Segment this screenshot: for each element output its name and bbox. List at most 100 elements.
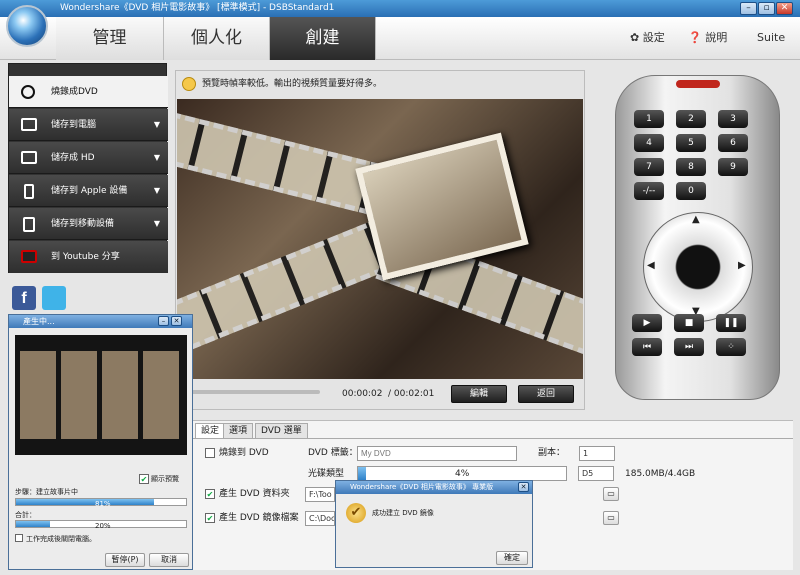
step-percent: 81%	[95, 500, 111, 508]
show-preview-label: 顯示預覽	[151, 475, 179, 483]
remote-key-6[interactable]: 6	[718, 134, 748, 152]
sidebar-item-label: 燒錄成DVD	[51, 87, 98, 97]
gen-folder-checkbox[interactable]: ✔	[205, 489, 215, 499]
step-label: 步驟：建立故事片中	[15, 488, 78, 496]
facebook-icon[interactable]: f	[12, 286, 36, 310]
remote-key-5[interactable]: 5	[676, 134, 706, 152]
chevron-down-icon: ▼	[153, 120, 160, 129]
lightbulb-icon	[182, 77, 196, 91]
remote-key-dash[interactable]: -/--	[634, 182, 664, 200]
sidebar-item-label: 儲存成 HD	[51, 153, 95, 163]
chevron-down-icon: ▼	[153, 219, 160, 228]
disc-size: 185.0MB/4.4GB	[625, 469, 696, 479]
video-preview[interactable]	[177, 99, 583, 379]
pause-button[interactable]: ❚❚	[716, 314, 746, 332]
dialog-close-button[interactable]: ✕	[171, 316, 182, 326]
chevron-down-icon: ▼	[153, 186, 160, 195]
seek-bar[interactable]	[180, 390, 320, 394]
tab-settings[interactable]: 設定	[195, 423, 226, 438]
photo-frame	[355, 132, 529, 281]
tab-manage[interactable]: 管理	[56, 17, 164, 60]
hd-icon	[21, 151, 37, 164]
iso-path-input[interactable]: C:\Doc	[305, 511, 335, 526]
remote-key-3[interactable]: 3	[718, 110, 748, 128]
remote-key-4[interactable]: 4	[634, 134, 664, 152]
title-bar: Wondershare《DVD 相片電影故事》 [標準模式] - DSBStan…	[0, 0, 800, 17]
tab-create[interactable]: 創建	[270, 17, 376, 60]
success-check-icon: ✔	[346, 503, 366, 523]
folder-path-input[interactable]: F:\Too	[305, 487, 335, 502]
output-sidebar: 燒錄成DVD 儲存到電腦 ▼ 儲存成 HD ▼ 儲存到 Apple 設備 ▼ 儲…	[8, 63, 168, 273]
browse-iso-icon[interactable]: ▭	[603, 511, 619, 525]
time-total: / 00:02:01	[388, 389, 435, 399]
sidebar-item-save-apple[interactable]: 儲存到 Apple 設備 ▼	[9, 175, 168, 207]
sidebar-item-burn-dvd[interactable]: 燒錄成DVD	[9, 76, 168, 108]
remote-key-8[interactable]: 8	[676, 158, 706, 176]
tab-personalize[interactable]: 個人化	[164, 17, 270, 60]
tab-divider	[193, 438, 793, 439]
main-nav: 管理 個人化 創建 ✿ 設定 ❓ 說明 Suite	[0, 17, 800, 60]
gear-icon: ✿	[630, 31, 640, 44]
tab-dvd-menu[interactable]: DVD 選單	[255, 423, 308, 438]
phone-icon	[24, 184, 34, 199]
dialog-minimize-button[interactable]: –	[158, 316, 169, 326]
sidebar-item-save-mobile[interactable]: 儲存到移動設備 ▼	[9, 208, 168, 240]
sidebar-item-save-pc[interactable]: 儲存到電腦 ▼	[9, 109, 168, 141]
prev-button[interactable]: ⏮	[632, 338, 662, 356]
stop-button[interactable]: ■	[674, 314, 704, 332]
copies-select[interactable]: 1	[579, 446, 615, 461]
settings-link[interactable]: ✿ 設定	[630, 30, 665, 46]
minimize-button[interactable]: –	[740, 2, 757, 15]
success-dialog-title: Wondershare《DVD 相片電影故事》 專業版	[336, 481, 532, 494]
sidebar-item-youtube[interactable]: 到 Youtube 分享	[9, 241, 168, 273]
help-label: 說明	[705, 31, 728, 44]
chevron-down-icon: ▼	[153, 153, 160, 162]
burn-dvd-checkbox[interactable]	[205, 448, 215, 458]
twitter-icon[interactable]	[42, 286, 66, 310]
arrow-left-icon[interactable]: ◀	[647, 260, 655, 272]
arrow-right-icon[interactable]: ▶	[738, 260, 746, 272]
monitor-icon	[21, 118, 37, 131]
maximize-button[interactable]: ▫	[758, 2, 775, 15]
step-progress-fill	[16, 499, 154, 505]
remote-key-1[interactable]: 1	[634, 110, 664, 128]
gen-folder-label: 產生 DVD 資料夾	[219, 489, 290, 499]
success-close-button[interactable]: ✕	[518, 482, 529, 492]
youtube-icon	[21, 250, 37, 263]
success-message: 成功建立 DVD 鏡像	[372, 509, 434, 517]
ok-button[interactable]: 確定	[496, 551, 528, 565]
edit-button[interactable]: 編輯	[451, 385, 507, 403]
sidebar-item-save-hd[interactable]: 儲存成 HD ▼	[9, 142, 168, 174]
disc-type-select[interactable]: D5	[578, 466, 614, 481]
remote-key-7[interactable]: 7	[634, 158, 664, 176]
copies-label: 副本：	[538, 448, 566, 458]
pause-button[interactable]: 暫停(P)	[105, 553, 145, 567]
dvd-label-input[interactable]	[357, 446, 517, 461]
cancel-button[interactable]: 取消	[149, 553, 189, 567]
power-indicator	[676, 80, 720, 88]
help-link[interactable]: ❓ 說明	[688, 30, 727, 46]
settings-label: 設定	[642, 31, 665, 44]
thumbnail-grid	[20, 351, 182, 439]
browse-folder-icon[interactable]: ▭	[603, 487, 619, 501]
next-button[interactable]: ⏭	[674, 338, 704, 356]
remote-control: 1 2 3 4 5 6 7 8 9 -/-- 0 ▲ ▼ ◀ ▶ ▶ ■ ❚❚ …	[615, 75, 780, 400]
show-preview-checkbox[interactable]: ✔	[139, 474, 149, 484]
shutdown-checkbox[interactable]	[15, 534, 23, 542]
gen-iso-checkbox[interactable]: ✔	[205, 513, 215, 523]
close-button[interactable]: ✕	[776, 2, 793, 15]
remote-key-0[interactable]: 0	[676, 182, 706, 200]
back-button[interactable]: 返回	[518, 385, 574, 403]
play-button[interactable]: ▶	[632, 314, 662, 332]
success-dialog: Wondershare《DVD 相片電影故事》 專業版 ✕ ✔ 成功建立 DVD…	[335, 480, 533, 568]
arrow-up-icon[interactable]: ▲	[692, 214, 700, 226]
tab-options[interactable]: 選項	[223, 423, 254, 438]
suite-link[interactable]: Suite	[757, 30, 785, 46]
sidebar-item-label: 儲存到 Apple 設備	[51, 186, 128, 196]
dvd-label-label: DVD 標籤：	[308, 448, 358, 458]
remote-key-9[interactable]: 9	[718, 158, 748, 176]
sidebar-item-label: 到 Youtube 分享	[51, 252, 120, 262]
menu-button[interactable]: ⁘	[716, 338, 746, 356]
remote-key-2[interactable]: 2	[676, 110, 706, 128]
disc-icon	[21, 85, 35, 99]
